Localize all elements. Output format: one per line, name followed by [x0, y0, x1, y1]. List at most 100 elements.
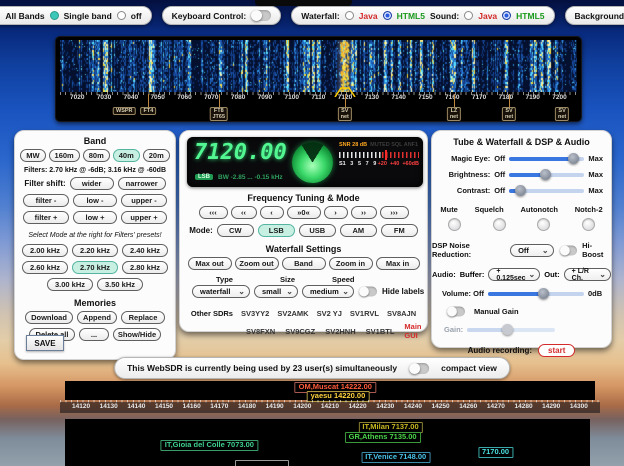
station-label[interactable]: IT,Gioia del Colle 7073.00: [161, 440, 258, 451]
radio-waterfall-java[interactable]: [345, 11, 354, 20]
magic-eye-slider[interactable]: [509, 157, 584, 161]
tune-up-button[interactable]: ›: [324, 206, 348, 219]
station-label[interactable]: 7170.00: [478, 447, 513, 458]
slider-thumb[interactable]: [515, 185, 526, 196]
band-zoom-button[interactable]: Band: [282, 257, 326, 270]
sdr-link[interactable]: SV2AMK: [277, 309, 308, 318]
contrast-slider[interactable]: [509, 189, 584, 193]
band-marker[interactable]: SV net: [502, 107, 516, 121]
waterfall-spectrum[interactable]: [60, 40, 577, 92]
memories-download-button[interactable]: Download: [25, 311, 73, 324]
compact-view-toggle[interactable]: [409, 363, 429, 374]
preset-2.20-button[interactable]: 2.20 kHz: [72, 244, 118, 257]
memories-append-button[interactable]: Append: [77, 311, 117, 324]
band2-waterfall[interactable]: OM,Muscat 14222.00yaesu 14220.00: [65, 381, 595, 400]
volume-slider[interactable]: [488, 292, 584, 296]
tune-down-button[interactable]: ‹: [260, 206, 284, 219]
sdr-link[interactable]: SV3YY2: [241, 309, 269, 318]
magic-eye-tube[interactable]: [292, 142, 333, 183]
autonotch-toggle[interactable]: [537, 218, 550, 231]
zoom-out-button[interactable]: Zoom out: [235, 257, 279, 270]
tune-down-med-button[interactable]: ‹‹: [231, 206, 257, 219]
sdr-link[interactable]: SV9CGZ: [285, 327, 315, 336]
waterfall-type-select[interactable]: waterfall⌄: [192, 285, 250, 298]
sdr-link[interactable]: SV8AJN: [387, 309, 416, 318]
sdr-link[interactable]: SV2HNH: [325, 327, 355, 336]
band-40m-button[interactable]: 40m: [113, 149, 140, 162]
preset-2.00-button[interactable]: 2.00 kHz: [22, 244, 68, 257]
keyboard-control-toggle[interactable]: [251, 10, 271, 21]
slider-thumb[interactable]: [540, 169, 551, 180]
radio-single-band[interactable]: [50, 11, 59, 20]
narrower-button[interactable]: narrower: [118, 177, 166, 190]
notch2-toggle[interactable]: [582, 218, 595, 231]
band2-scale[interactable]: 1412014130141401415014160141701418014190…: [60, 402, 600, 413]
station-label-empty[interactable]: [235, 460, 289, 466]
hi-boost-toggle[interactable]: [560, 245, 577, 255]
max-out-button[interactable]: Max out: [188, 257, 232, 270]
band-marker[interactable]: SV net: [338, 107, 352, 121]
memories-showhide-button[interactable]: Show/Hide: [113, 328, 161, 341]
band-marker[interactable]: FT4: [141, 107, 157, 115]
preset-3.00-button[interactable]: 3.00 kHz: [47, 278, 93, 291]
memories-replace-button[interactable]: Replace: [121, 311, 165, 324]
slider-thumb[interactable]: [568, 153, 579, 164]
tune-zero-button[interactable]: »0«: [287, 206, 321, 219]
max-in-button[interactable]: Max in: [376, 257, 420, 270]
mute-toggle[interactable]: [448, 218, 461, 231]
hide-labels-toggle[interactable]: [359, 287, 377, 297]
tune-up-med-button[interactable]: ››: [351, 206, 377, 219]
radio-sound-html5[interactable]: [502, 11, 511, 20]
mode-usb-button[interactable]: USB: [299, 224, 336, 237]
tune-up-fast-button[interactable]: ›››: [380, 206, 409, 219]
mode-am-button[interactable]: AM: [340, 224, 377, 237]
dsp-nr-select[interactable]: Off⌄: [510, 244, 554, 257]
band-marker[interactable]: WSPR: [113, 107, 136, 115]
low-minus-button[interactable]: low -: [73, 194, 117, 207]
band-20m-button[interactable]: 20m: [143, 149, 170, 162]
station-label[interactable]: IT,Venice 7148.00: [361, 452, 430, 463]
band-160m-button[interactable]: 160m: [49, 149, 80, 162]
band-marker[interactable]: LZ net: [447, 107, 461, 121]
band-80m-button[interactable]: 80m: [83, 149, 110, 162]
sdr-link[interactable]: SV1BTL: [366, 327, 395, 336]
preset-3.50-button[interactable]: 3.50 kHz: [97, 278, 143, 291]
tune-down-fast-button[interactable]: ‹‹‹: [199, 206, 228, 219]
upper-minus-button[interactable]: upper -: [121, 194, 167, 207]
band-mw-button[interactable]: MW: [20, 149, 45, 162]
buffer-select[interactable]: + 0.125sec⌄: [488, 268, 540, 281]
preset-2.70-button[interactable]: 2.70 kHz: [72, 261, 118, 274]
band-marker[interactable]: FT8 JT65: [209, 107, 228, 121]
mode-fm-button[interactable]: FM: [381, 224, 418, 237]
upper-plus-button[interactable]: upper +: [121, 211, 167, 224]
station-label[interactable]: GR,Athens 7135.00: [345, 432, 421, 443]
brightness-slider[interactable]: [509, 173, 584, 177]
waterfall-size-select[interactable]: small⌄: [254, 285, 298, 298]
mode-cw-button[interactable]: CW: [217, 224, 254, 237]
sdr-link[interactable]: SV8FXN: [246, 327, 275, 336]
save-button[interactable]: SAVE: [26, 335, 64, 351]
preset-2.80-button[interactable]: 2.80 kHz: [122, 261, 168, 274]
low-plus-button[interactable]: low +: [73, 211, 117, 224]
mode-lsb-button[interactable]: LSB: [258, 224, 295, 237]
band-marker[interactable]: SV net: [555, 107, 569, 121]
radio-sound-java[interactable]: [464, 11, 473, 20]
preset-2.60-button[interactable]: 2.60 kHz: [22, 261, 68, 274]
manual-gain-toggle[interactable]: [447, 307, 465, 317]
main-gui-link[interactable]: Main GUI: [404, 322, 427, 340]
waterfall-speed-select[interactable]: medium⌄: [302, 285, 354, 298]
band3-waterfall[interactable]: IT,Milan 7137.00GR,Athens 7135.00IT,Gioi…: [65, 419, 590, 466]
radio-waterfall-html5[interactable]: [383, 11, 392, 20]
wider-button[interactable]: wider: [70, 177, 114, 190]
frequency-scale[interactable]: 7020703070407050706070707080709071007110…: [60, 92, 577, 104]
memories-more-button[interactable]: ...: [79, 328, 109, 341]
out-select[interactable]: + L/R Ch.⌄: [564, 268, 611, 281]
squelch-toggle[interactable]: [493, 218, 506, 231]
sdr-link[interactable]: SV2 YJ: [317, 309, 342, 318]
preset-2.40-button[interactable]: 2.40 kHz: [122, 244, 168, 257]
filter-plus-button[interactable]: filter +: [23, 211, 69, 224]
recording-start-button[interactable]: start: [538, 344, 575, 357]
zoom-in-button[interactable]: Zoom in: [329, 257, 373, 270]
filter-minus-button[interactable]: filter -: [23, 194, 69, 207]
radio-waterfall-off[interactable]: [117, 11, 126, 20]
